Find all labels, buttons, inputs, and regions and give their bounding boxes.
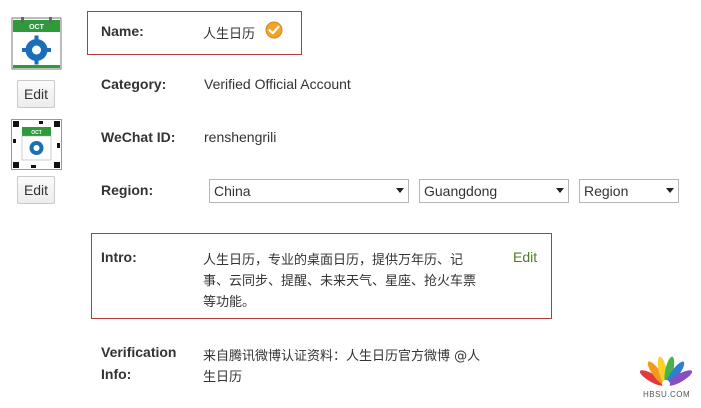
intro-text-line-2: 事、云同步、提醒、未来天气、星座、抢火车票 bbox=[203, 274, 477, 289]
country-select-value: China bbox=[214, 183, 251, 199]
svg-text:OCT: OCT bbox=[31, 130, 42, 136]
chevron-down-icon bbox=[396, 188, 404, 193]
calendar-settings-icon: OCT bbox=[11, 17, 62, 70]
category-label: Category: bbox=[101, 76, 167, 92]
chevron-down-icon bbox=[556, 188, 564, 193]
qr-code-avatar: OCT bbox=[11, 119, 62, 170]
city-select-value: Region bbox=[584, 183, 629, 199]
name-label: Name: bbox=[101, 23, 144, 39]
intro-edit-link[interactable]: Edit bbox=[513, 249, 537, 265]
account-avatar: OCT bbox=[11, 17, 62, 70]
watermark-logo bbox=[639, 352, 693, 388]
qr-calendar-icon: OCT bbox=[11, 119, 62, 170]
category-value: Verified Official Account bbox=[204, 76, 351, 92]
province-select[interactable]: Guangdong bbox=[419, 179, 569, 203]
verification-text-line-2: 生日历 bbox=[203, 370, 243, 385]
intro-label: Intro: bbox=[101, 249, 137, 265]
province-select-value: Guangdong bbox=[424, 183, 498, 199]
wechat-id-label: WeChat ID: bbox=[101, 129, 176, 145]
avatar-edit-button[interactable]: Edit bbox=[17, 80, 55, 108]
verification-label-line-1: Verification bbox=[101, 344, 177, 360]
svg-text:OCT: OCT bbox=[29, 24, 45, 31]
intro-text-line-3: 等功能。 bbox=[203, 295, 256, 310]
watermark-text: HBSU.COM bbox=[643, 390, 691, 399]
city-select[interactable]: Region bbox=[579, 179, 679, 203]
verified-check-icon bbox=[265, 21, 283, 39]
intro-text-line-1: 人生日历，专业的桌面日历，提供万年历、记 bbox=[203, 253, 464, 268]
verification-text-line-1: 来自腾讯微博认证资料：人生日历官方微博 @人 bbox=[203, 349, 481, 364]
country-select[interactable]: China bbox=[209, 179, 409, 203]
peacock-logo-icon bbox=[639, 356, 693, 388]
wechat-id-value: renshengrili bbox=[204, 129, 277, 145]
verification-label-line-2: Info: bbox=[101, 366, 132, 382]
region-label: Region: bbox=[101, 182, 154, 198]
qr-avatar-edit-button[interactable]: Edit bbox=[17, 176, 55, 204]
name-value: 人生日历 bbox=[203, 27, 256, 42]
chevron-down-icon bbox=[666, 188, 674, 193]
